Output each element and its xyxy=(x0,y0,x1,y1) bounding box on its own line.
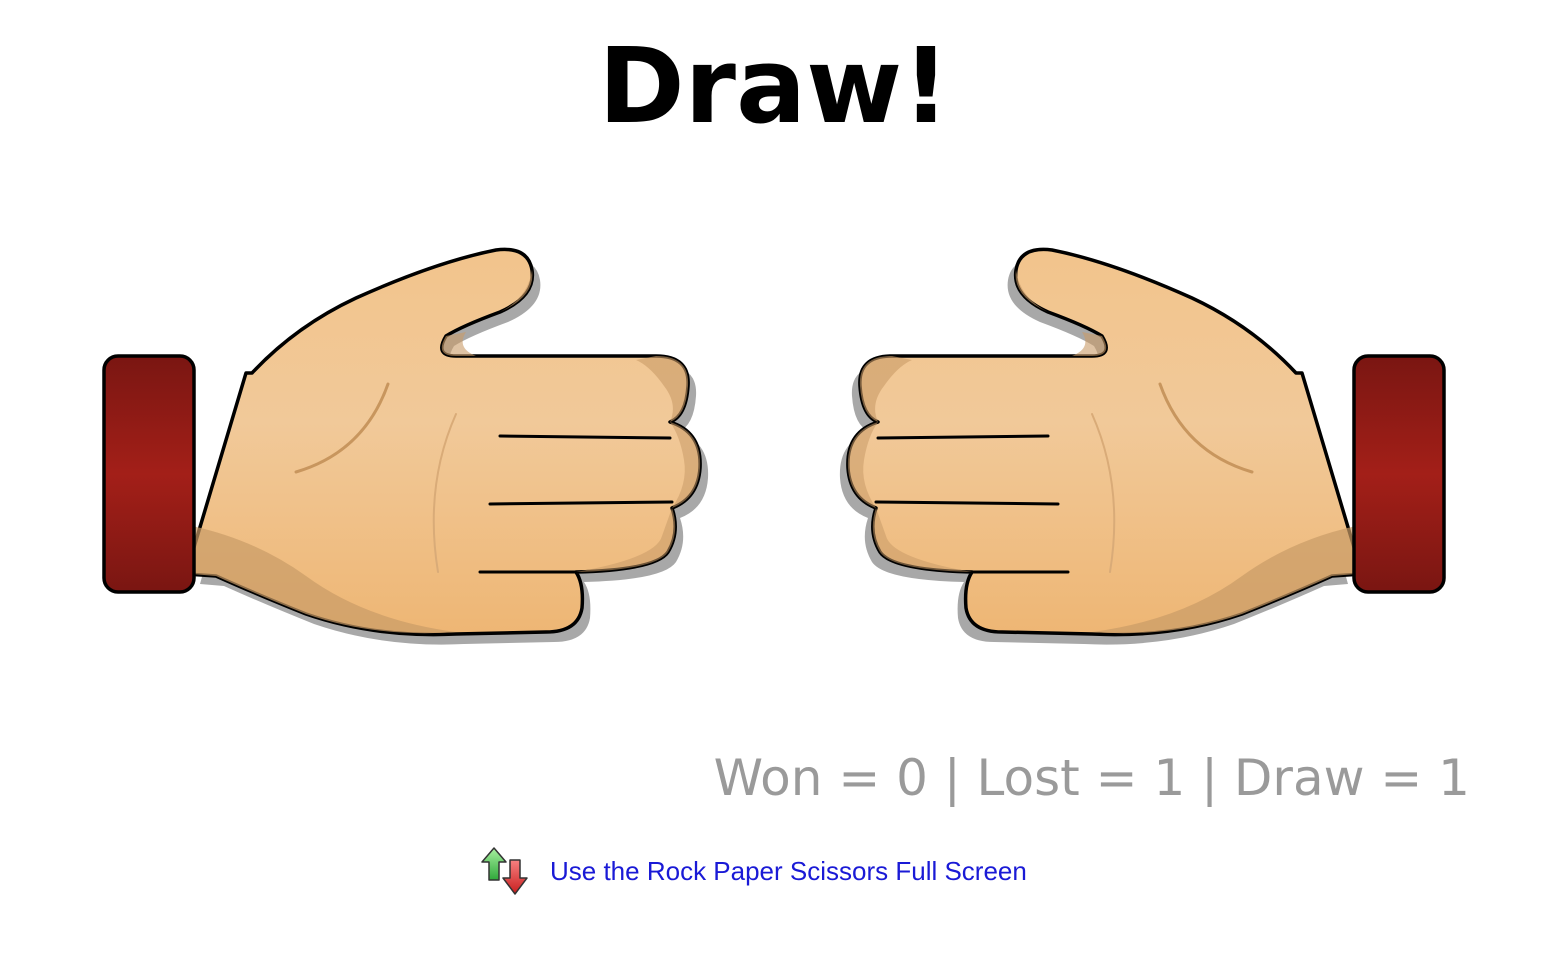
fullscreen-link-label: Use the Rock Paper Scissors Full Screen xyxy=(550,856,1027,886)
fullscreen-link[interactable]: Use the Rock Paper Scissors Full Screen xyxy=(478,846,1027,896)
rock-hand-icon xyxy=(102,247,710,647)
game-page: Draw! Won = 0 | Lost = 1 | Draw = 1 Use … xyxy=(0,0,1548,962)
up-down-arrows-icon xyxy=(481,847,528,895)
rock-hand-icon xyxy=(838,247,1446,647)
computer-rock-hand xyxy=(832,236,1452,656)
result-title: Draw! xyxy=(598,25,950,147)
score-display: Won = 0 | Lost = 1 | Draw = 1 xyxy=(713,749,1470,807)
player-rock-hand xyxy=(96,236,716,656)
